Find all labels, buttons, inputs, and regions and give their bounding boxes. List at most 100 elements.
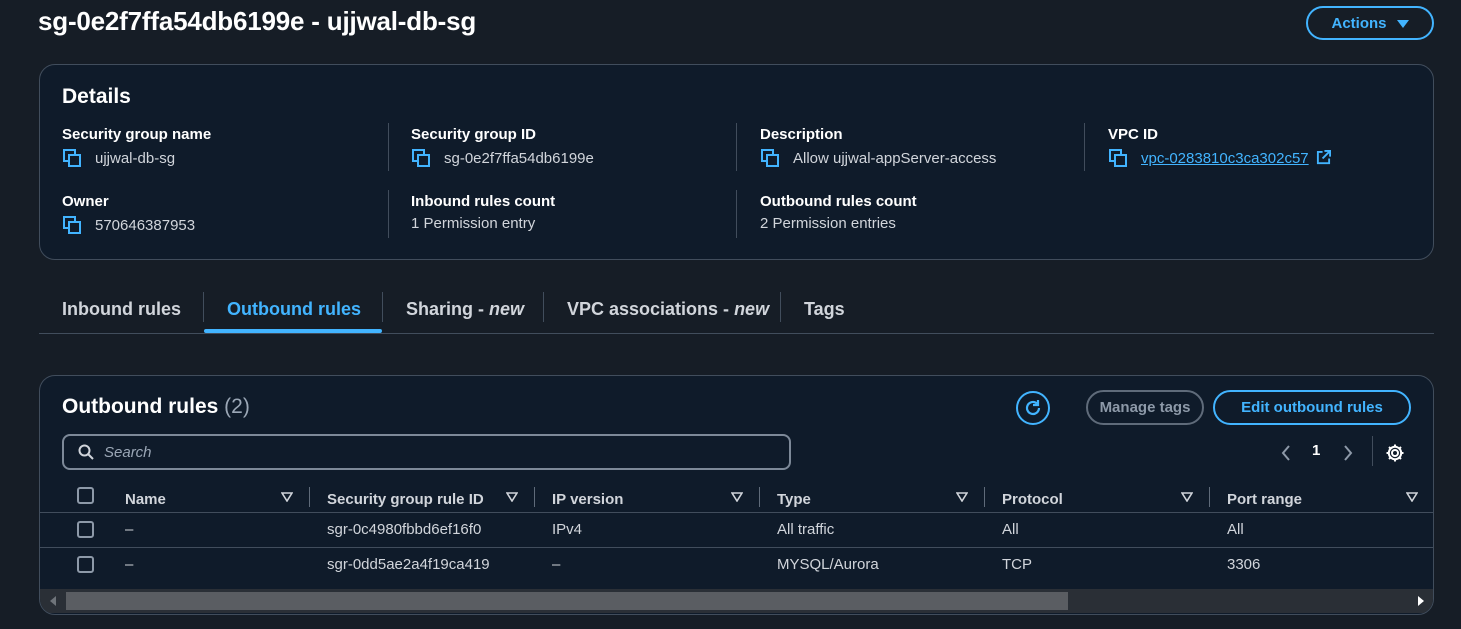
row-checkbox[interactable]	[77, 556, 94, 573]
select-all-checkbox[interactable]	[77, 487, 94, 504]
column-header-port-range[interactable]: Port range	[1227, 484, 1302, 514]
manage-tags-button[interactable]: Manage tags	[1086, 390, 1204, 425]
field-vpc-id: VPC ID vpc-0283810c3ca302c57	[1108, 126, 1331, 168]
copy-icon[interactable]	[411, 148, 431, 168]
search-icon	[78, 444, 94, 460]
column-divider[interactable]	[759, 487, 760, 507]
field-security-group-id: Security group ID sg-0e2f7ffa54db6199e	[411, 126, 594, 168]
cell-rule-id: sgr-0dd5ae2a4f19ca419	[327, 556, 490, 573]
field-value: Allow ujjwal-appServer-access	[793, 149, 997, 167]
actions-button[interactable]: Actions	[1306, 6, 1434, 40]
column-header-protocol[interactable]: Protocol	[1002, 484, 1063, 514]
copy-icon[interactable]	[760, 148, 780, 168]
column-header-type[interactable]: Type	[777, 484, 811, 514]
cell-name: –	[125, 521, 134, 538]
column-header-name[interactable]: Name	[125, 484, 166, 514]
tab-bar: Inbound rules Outbound rules Sharing - n…	[39, 285, 1434, 334]
tab-separator	[382, 292, 383, 322]
horizontal-scrollbar[interactable]	[40, 589, 1433, 613]
rules-heading-label: Outbound rules	[62, 395, 219, 418]
field-label: Inbound rules count	[411, 193, 556, 210]
field-label: Outbound rules count	[760, 193, 917, 210]
cell-type: MYSQL/Aurora	[777, 556, 879, 573]
tab-sharing[interactable]: Sharing - new	[406, 285, 524, 333]
sort-icon[interactable]	[731, 492, 743, 502]
field-label: Description	[760, 126, 843, 143]
page-number[interactable]: 1	[1312, 442, 1320, 459]
cell-type: All traffic	[777, 521, 835, 538]
sort-icon[interactable]	[956, 492, 968, 502]
edit-outbound-rules-button[interactable]: Edit outbound rules	[1213, 390, 1411, 425]
tab-separator	[543, 292, 544, 322]
tab-vpc-associations[interactable]: VPC associations - new	[567, 285, 769, 333]
field-owner: Owner 570646387953	[62, 193, 195, 235]
field-description: Description Allow ujjwal-appServer-acces…	[760, 126, 996, 168]
search-input[interactable]	[104, 443, 744, 461]
tab-separator	[780, 292, 781, 322]
scroll-left-arrow-icon[interactable]	[50, 596, 56, 606]
field-value: 2 Permission entries	[760, 215, 896, 232]
cell-port-range: All	[1227, 521, 1244, 538]
tab-separator	[203, 292, 204, 322]
field-label: VPC ID	[1108, 126, 1159, 143]
cell-ip-version: IPv4	[552, 521, 583, 538]
tab-label: Outbound rules	[227, 298, 361, 319]
sort-icon[interactable]	[506, 492, 518, 502]
tab-label: VPC associations -	[567, 298, 730, 319]
cell-name: –	[125, 556, 134, 573]
cell-protocol: TCP	[1002, 556, 1032, 573]
page-title: sg-0e2f7ffa54db6199e - ujjwal-db-sg	[38, 6, 477, 36]
field-value: sg-0e2f7ffa54db6199e	[444, 149, 594, 167]
field-value: 570646387953	[95, 216, 196, 234]
column-divider[interactable]	[309, 487, 310, 507]
field-label: Security group name	[62, 126, 212, 143]
tab-new-badge: new	[734, 298, 770, 319]
sort-icon[interactable]	[1406, 492, 1418, 502]
divider	[1084, 123, 1085, 171]
caret-down-icon	[1396, 20, 1409, 28]
divider	[388, 123, 389, 171]
column-header-rule-id[interactable]: Security group rule ID	[327, 484, 484, 514]
refresh-button[interactable]	[1016, 391, 1050, 425]
chevron-left-icon[interactable]	[1280, 444, 1292, 462]
copy-icon[interactable]	[62, 148, 82, 168]
gear-icon[interactable]	[1385, 443, 1405, 463]
field-label: Owner	[62, 193, 109, 210]
scroll-right-arrow-icon[interactable]	[1418, 596, 1424, 606]
active-tab-indicator	[204, 329, 382, 333]
tab-outbound-rules[interactable]: Outbound rules	[227, 285, 361, 333]
tab-label: Tags	[804, 298, 845, 319]
tab-inbound-rules[interactable]: Inbound rules	[62, 285, 181, 333]
tab-tags[interactable]: Tags	[804, 285, 845, 333]
rules-heading: Outbound rules (2)	[62, 395, 250, 419]
column-divider[interactable]	[534, 487, 535, 507]
column-divider[interactable]	[1209, 487, 1210, 507]
tab-new-badge: new	[489, 298, 525, 319]
refresh-icon	[1025, 400, 1041, 416]
search-field[interactable]	[62, 434, 791, 470]
column-divider[interactable]	[984, 487, 985, 507]
row-divider	[40, 512, 1433, 513]
vpc-id-link[interactable]: vpc-0283810c3ca302c57	[1141, 150, 1309, 167]
field-outbound-rules-count: Outbound rules count 2 Permission entrie…	[760, 193, 917, 232]
divider	[736, 190, 737, 238]
cell-port-range: 3306	[1227, 556, 1261, 573]
copy-icon[interactable]	[1108, 148, 1128, 168]
column-header-ip-version[interactable]: IP version	[552, 484, 623, 514]
row-checkbox[interactable]	[77, 521, 94, 538]
field-label: Security group ID	[411, 126, 537, 143]
pager-separator	[1372, 436, 1373, 466]
sort-icon[interactable]	[1181, 492, 1193, 502]
external-link-icon[interactable]	[1316, 149, 1331, 165]
field-value: 1 Permission entry	[411, 215, 536, 232]
field-value: ujjwal-db-sg	[95, 149, 176, 167]
sort-icon[interactable]	[281, 492, 293, 502]
cell-ip-version: –	[552, 556, 561, 573]
cell-rule-id: sgr-0c4980fbbd6ef16f0	[327, 521, 482, 538]
divider	[388, 190, 389, 238]
cell-protocol: All	[1002, 521, 1019, 538]
copy-icon[interactable]	[62, 215, 82, 235]
chevron-right-icon[interactable]	[1342, 444, 1354, 462]
scrollbar-thumb[interactable]	[66, 592, 1068, 610]
outbound-rules-panel: Outbound rules (2) Manage tags Edit outb…	[39, 375, 1434, 615]
